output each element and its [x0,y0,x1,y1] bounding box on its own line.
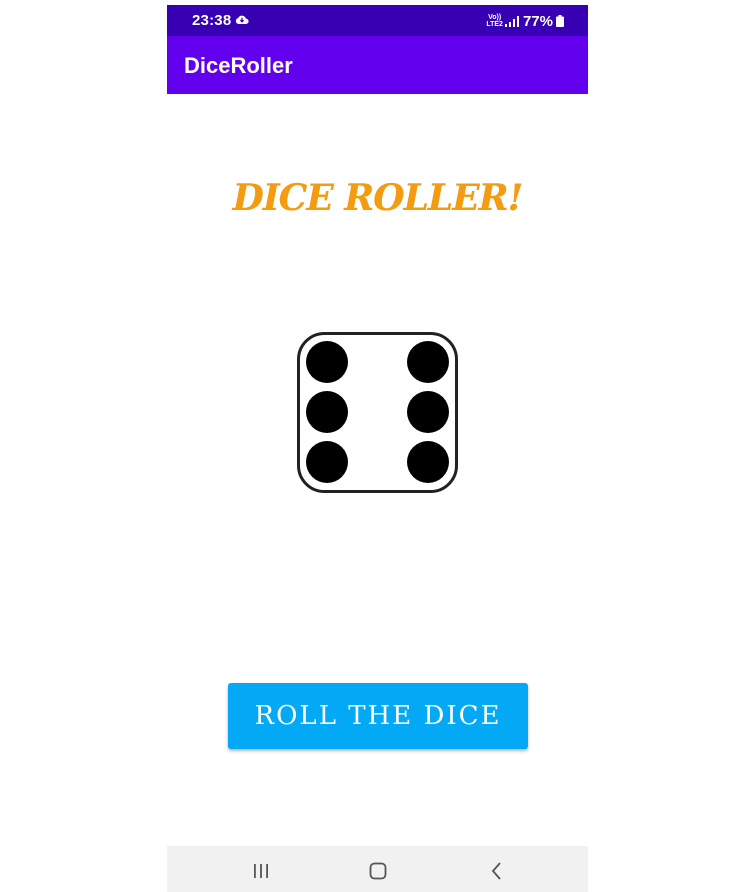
network-type-label: Vo)) LTE2 [486,14,503,28]
dice-six-icon [297,332,458,493]
app-title: DiceRoller [184,53,293,78]
battery-icon [556,15,564,27]
home-icon[interactable] [366,859,390,883]
cloud-icon [235,15,249,25]
status-time: 23:38 [192,12,232,29]
back-icon[interactable] [485,859,509,883]
status-indicators: Vo)) LTE2 77% [486,11,564,31]
navigation-bar [167,846,588,892]
signal-icon [504,15,519,27]
phone-screen: 23:38 Vo)) LTE2 77% DiceRoller DICE ROLL… [167,5,588,892]
page-heading: DICE ROLLER! [232,177,524,219]
recent-apps-icon[interactable] [249,859,273,883]
volte-label: Vo)) [488,14,502,21]
app-bar: DiceRoller [167,36,588,94]
status-bar: 23:38 Vo)) LTE2 77% [167,5,588,36]
roll-dice-button[interactable]: ROLL THE DICE [228,683,528,749]
battery-percent: 77% [522,12,553,30]
lte-label: LTE2 [486,21,503,28]
